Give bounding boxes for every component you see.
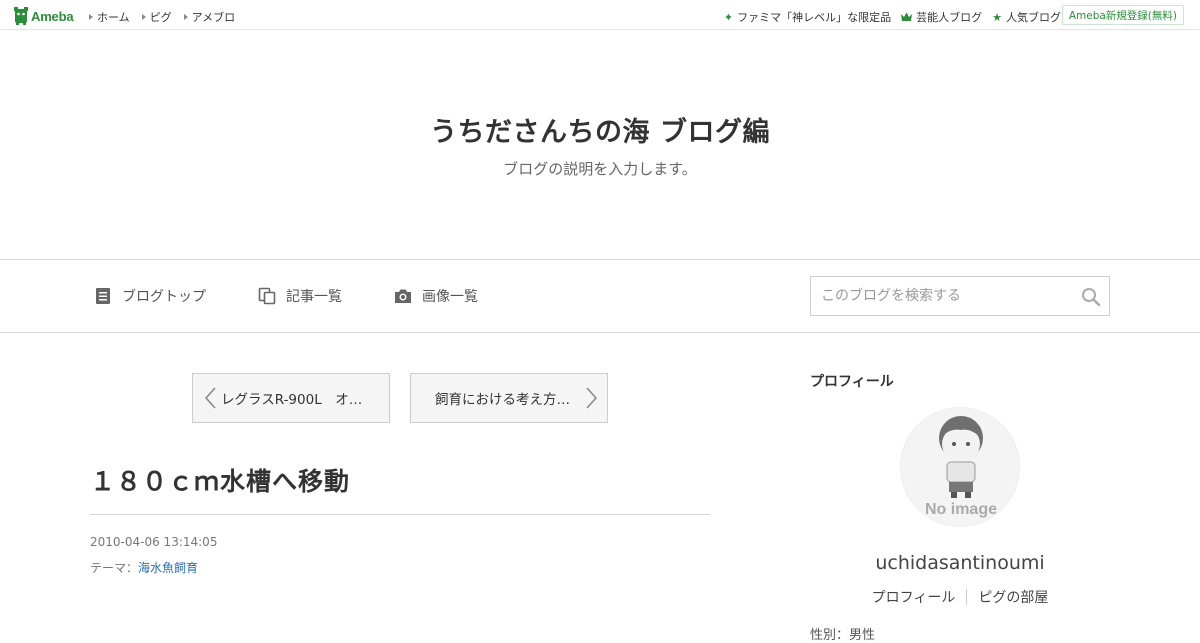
- global-nav: ホーム ピグ アメブロ: [89, 9, 247, 25]
- promo-link-famima[interactable]: ✦ ファミマ「神レベル」な限定品: [724, 9, 891, 25]
- nav-item-label: 記事一覧: [286, 289, 342, 305]
- article-date: 2010-04-06 13:14:05: [90, 535, 218, 549]
- global-header: Ameba ホーム ピグ アメブロ ✦ ファミマ「神レベル」な限定品 芸能人ブロ…: [0, 0, 1200, 30]
- nav-item-label: ブログトップ: [122, 289, 206, 305]
- promo-links: ✦ ファミマ「神レベル」な限定品 芸能人ブログ ★ 人気ブログ: [714, 9, 1061, 25]
- arrow-right-icon: [141, 14, 146, 20]
- prev-article-button[interactable]: レグラスR-900L オ…: [192, 373, 390, 423]
- profile-links: プロフィール ピグの部屋: [810, 587, 1110, 607]
- nav-image-list[interactable]: 画像一覧: [394, 286, 478, 306]
- chevron-left-icon: [204, 387, 216, 409]
- document-icon: [96, 288, 110, 304]
- nav-article-list[interactable]: 記事一覧: [258, 286, 342, 306]
- camera-icon: [395, 289, 411, 303]
- ameba-logo[interactable]: Ameba: [14, 7, 74, 25]
- arrow-right-icon: [183, 14, 188, 20]
- profile-username[interactable]: uchidasantinoumi: [810, 552, 1110, 574]
- promo-link-label: ファミマ「神レベル」な限定品: [737, 11, 892, 24]
- promo-link-label: 芸能人ブログ: [916, 11, 983, 24]
- promo-link-celebrity[interactable]: 芸能人ブログ: [901, 9, 982, 25]
- crown-icon: [901, 12, 913, 21]
- global-nav-label: ピグ: [149, 11, 172, 24]
- nav-item-label: 画像一覧: [422, 289, 478, 305]
- global-nav-home[interactable]: ホーム: [89, 9, 130, 25]
- sparkle-icon: ✦: [723, 10, 734, 24]
- star-icon: ★: [992, 10, 1002, 24]
- blog-description: ブログの説明を入力します。: [503, 160, 697, 178]
- logo-text: Ameba: [31, 8, 74, 24]
- search-input[interactable]: [811, 278, 1066, 314]
- avatar-caption: No image: [925, 501, 997, 518]
- article-theme: テーマ： 海水魚飼育: [90, 559, 198, 576]
- profile-heading: プロフィール: [810, 374, 894, 390]
- arrow-right-icon: [89, 14, 93, 20]
- blog-nav: ブログトップ 記事一覧 画像一覧: [0, 259, 1200, 333]
- promo-link-popular[interactable]: ★ 人気ブログ: [992, 9, 1061, 25]
- prev-article-label: レグラスR-900L オ…: [221, 392, 363, 408]
- global-nav-pigg[interactable]: ピグ: [141, 9, 172, 25]
- global-nav-label: アメブロ: [191, 11, 236, 24]
- theme-prefix: テーマ：: [90, 561, 139, 575]
- no-image-avatar-icon: No image: [925, 416, 997, 518]
- nav-blog-top[interactable]: ブログトップ: [94, 286, 206, 306]
- theme-link[interactable]: 海水魚飼育: [138, 559, 198, 576]
- next-article-label: 飼育における考え方…: [435, 392, 570, 408]
- pigg-room-link[interactable]: ピグの部屋: [978, 587, 1048, 607]
- avatar[interactable]: No image: [900, 407, 1020, 527]
- global-nav-ameblo[interactable]: アメブロ: [183, 9, 236, 25]
- chevron-right-icon: [586, 387, 598, 409]
- blog-title[interactable]: うちださんちの海 ブログ編: [0, 110, 1200, 149]
- divider: [966, 589, 968, 605]
- article-title[interactable]: １８０ｃｍ水槽へ移動: [90, 462, 350, 498]
- search-icon[interactable]: [1081, 287, 1101, 307]
- next-article-button[interactable]: 飼育における考え方…: [410, 373, 608, 423]
- register-button[interactable]: Ameba新規登録(無料): [1061, 5, 1184, 25]
- global-nav-label: ホーム: [97, 11, 130, 24]
- profile-link[interactable]: プロフィール: [872, 587, 956, 607]
- copy-icon: [258, 287, 276, 305]
- promo-link-label: 人気ブログ: [1006, 11, 1061, 24]
- divider: [90, 514, 710, 515]
- profile-gender: 性別：男性: [810, 628, 876, 643]
- blog-search: [810, 276, 1110, 316]
- ameba-mascot-icon: [14, 7, 28, 25]
